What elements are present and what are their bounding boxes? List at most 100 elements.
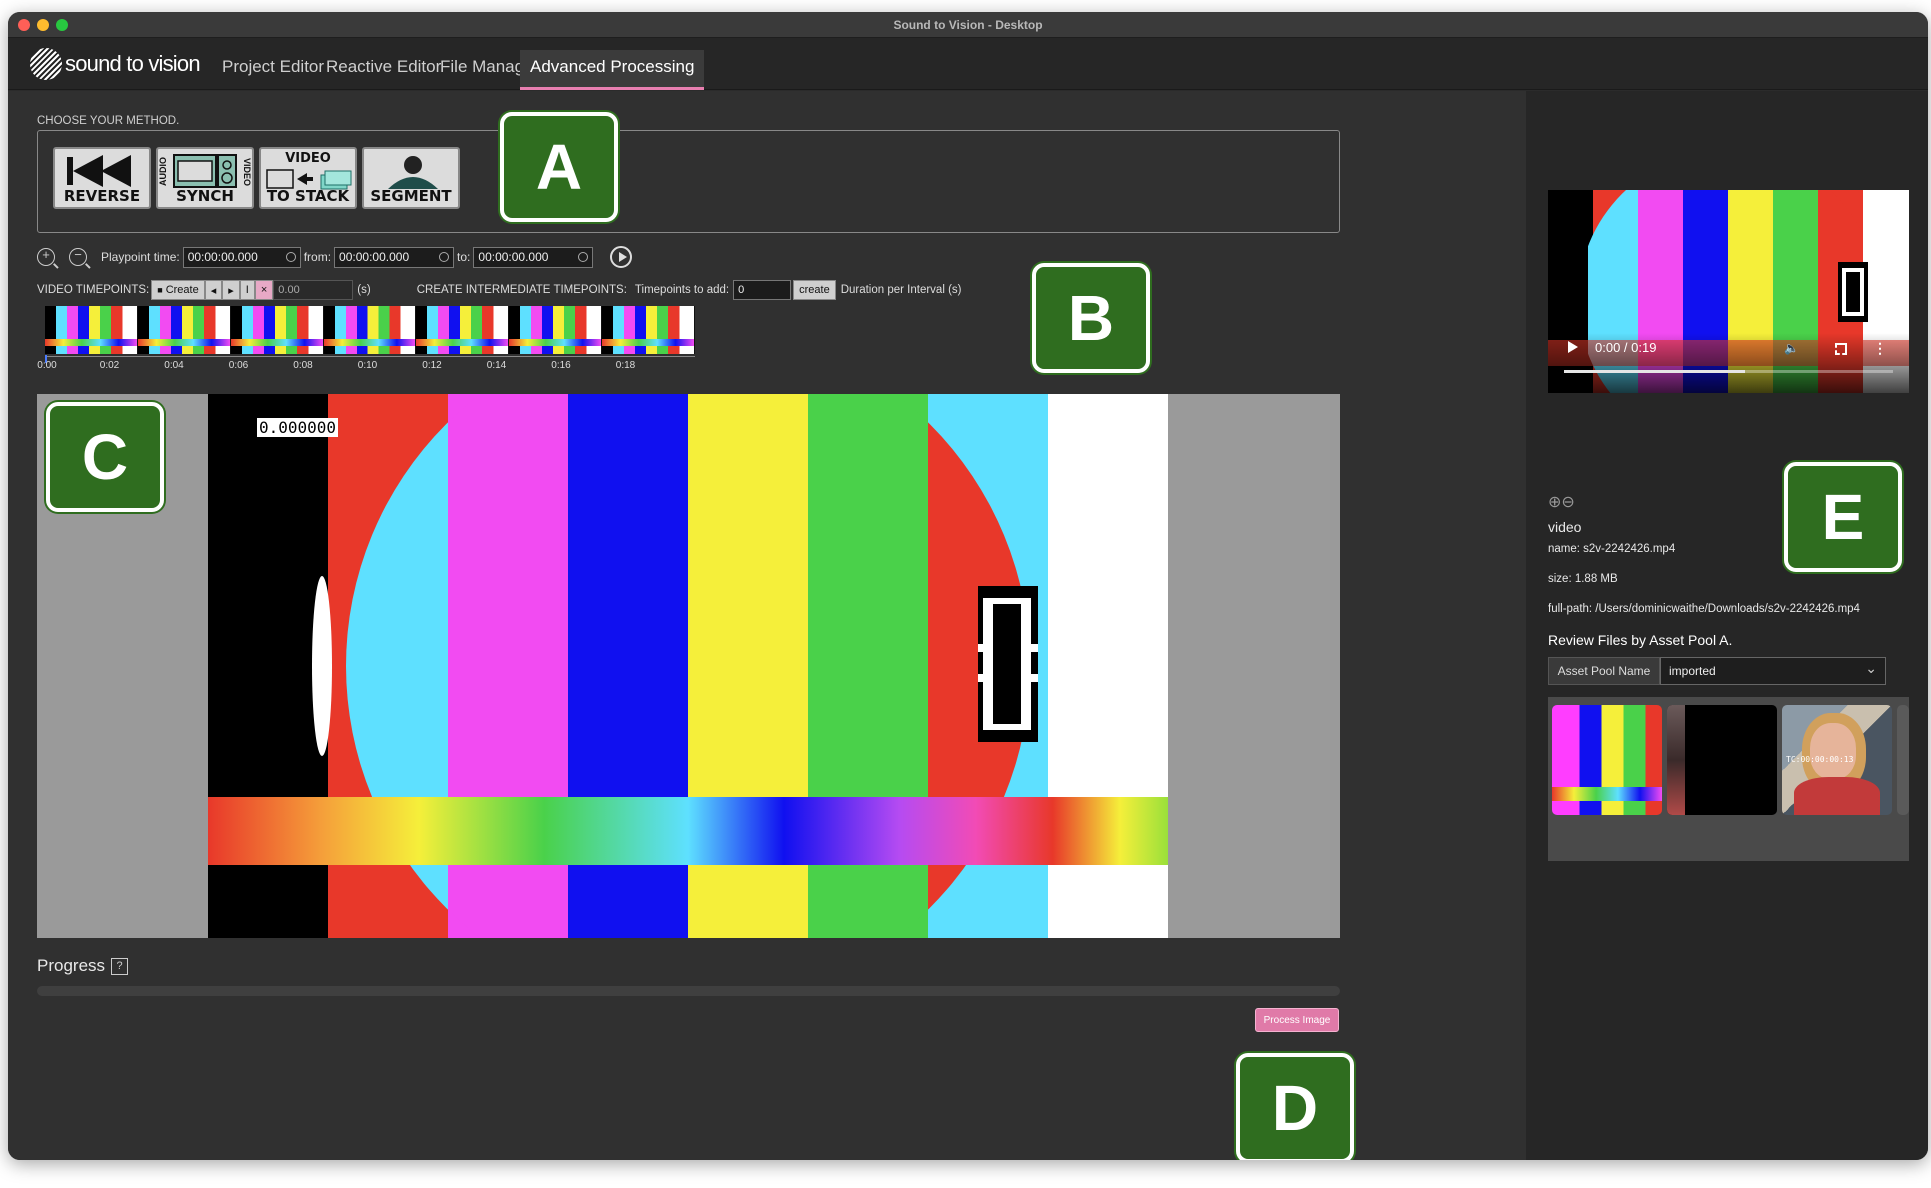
- close-icon: ×: [260, 284, 268, 296]
- play-segment-button[interactable]: [610, 246, 633, 268]
- play-icon[interactable]: [1568, 341, 1578, 353]
- to-stack-caption: TO STACK: [266, 187, 350, 205]
- to-time-field[interactable]: 00:00:00.000: [473, 246, 594, 268]
- annotation-badge-e: E: [1784, 462, 1902, 572]
- delete-timepoint-button[interactable]: ×: [254, 280, 274, 300]
- create-timepoint-label: Create: [165, 284, 199, 296]
- image-stage[interactable]: 0.000000: [37, 394, 1340, 938]
- video-preview-player[interactable]: 0:00 / 0:19 🔈 ⋮: [1548, 190, 1909, 393]
- more-options-icon[interactable]: ⋮: [1873, 340, 1887, 357]
- filmstrip-frame: [416, 306, 509, 354]
- video-seek-bar[interactable]: [1564, 370, 1893, 373]
- asset-sidebar: 0:00 / 0:19 🔈 ⋮ E ⊕⊖ video name: s2v-224…: [1526, 91, 1928, 1160]
- triangle-left-icon: ◂: [210, 284, 217, 297]
- annotation-badge-a: A: [500, 112, 618, 222]
- video-to-stack-button[interactable]: VIDEO TO STACK: [259, 147, 357, 209]
- timeline-tick-label: 0:04: [164, 360, 184, 371]
- asset-thumbnail-testcard[interactable]: [1552, 705, 1662, 815]
- side-zoom-controls: ⊕⊖: [1548, 492, 1575, 512]
- annotation-badge-d: D: [1236, 1053, 1354, 1160]
- create-timepoint-button[interactable]: ■ Create: [151, 280, 205, 300]
- duration-per-interval-label: Duration per Interval (s): [840, 284, 962, 296]
- segment-caption: SEGMENT: [370, 187, 452, 205]
- volume-icon[interactable]: 🔈: [1784, 341, 1799, 355]
- to-label: to:: [457, 250, 471, 264]
- main-panel: CHOOSE YOUR METHOD. REVERSE AUDIO VIDEO …: [8, 91, 1526, 1160]
- process-image-button[interactable]: Process Image: [1255, 1008, 1339, 1032]
- filmstrip-frame: [602, 306, 695, 354]
- create-intermediate-button[interactable]: create: [793, 280, 836, 300]
- zoom-out-icon[interactable]: ⊖: [1561, 494, 1574, 511]
- help-icon[interactable]: ?: [111, 957, 129, 975]
- from-time-field[interactable]: 00:00:00.000: [334, 246, 455, 268]
- zoom-in-icon[interactable]: +: [37, 247, 55, 266]
- timeline-tick-label: 0:10: [357, 360, 378, 371]
- timeline-tick-label: 0:14: [486, 360, 507, 371]
- cursor-icon: I: [245, 284, 249, 296]
- rewind-icon: [67, 155, 131, 187]
- asset-thumbnail-black[interactable]: [1667, 705, 1777, 815]
- video-controls: 0:00 / 0:19 🔈 ⋮: [1548, 333, 1909, 393]
- synch-caption: SYNCH: [176, 187, 234, 205]
- thumbnail-timecode: TC:00:00:00:13: [1786, 755, 1854, 764]
- timeline-tick-label: 0:16: [551, 360, 571, 371]
- zoom-in-icon[interactable]: ⊕: [1548, 494, 1561, 511]
- asset-thumbnails: TC:00:00:00:13: [1548, 697, 1909, 861]
- annotation-badge-b: B: [1032, 263, 1150, 373]
- video-timeline[interactable]: 0:00 0:02 0:04 0:06 0:08 0:10 0:12 0:14 0:16 0:18: [37, 306, 695, 376]
- next-timepoint-button[interactable]: ▸: [222, 280, 240, 300]
- audio-video-synch-button[interactable]: AUDIO VIDEO SYNCH: [156, 147, 254, 209]
- asset-thumbnail-partial[interactable]: [1897, 705, 1909, 815]
- camera-icon: ■: [157, 285, 163, 295]
- insert-timepoint-button[interactable]: I: [239, 280, 255, 300]
- segment-button[interactable]: SEGMENT: [362, 147, 460, 209]
- zoom-out-icon[interactable]: −: [69, 247, 87, 266]
- seek-bar-played: [1564, 370, 1745, 373]
- tab-advanced-processing[interactable]: Advanced Processing: [520, 50, 705, 90]
- playpoint-time-field[interactable]: 00:00:00.000: [182, 246, 301, 268]
- video-time: 0:00 / 0:19: [1595, 340, 1657, 355]
- reverse-button[interactable]: REVERSE: [53, 147, 151, 209]
- title-bar: Sound to Vision - Desktop: [8, 12, 1928, 38]
- timecode-overlay: 0.000000: [257, 418, 339, 437]
- timeline-tick-label: 0:18: [615, 360, 636, 371]
- filmstrip-frame: [45, 306, 137, 354]
- timeline-tick-label: 0:02: [99, 360, 120, 371]
- timepoints-row: VIDEO TIMEPOINTS: ■ Create ◂ ▸ I × 0.00 …: [37, 279, 961, 301]
- clock-icon: [439, 252, 450, 262]
- asset-pool-selector: Asset Pool Name imported: [1548, 655, 1886, 685]
- clock-icon: [285, 252, 296, 262]
- previous-timepoint-button[interactable]: ◂: [204, 280, 223, 300]
- asset-pool-label: Asset Pool Name: [1548, 657, 1660, 685]
- portrait-shirt: [1794, 777, 1880, 815]
- timepoint-value-field[interactable]: 0.00: [273, 280, 354, 300]
- timepoints-to-add-field[interactable]: 0: [733, 280, 792, 300]
- progress-label: Progress: [37, 956, 106, 975]
- timeline-tick-label: 0:08: [293, 360, 313, 371]
- filmstrip-frame: [509, 306, 602, 354]
- asset-pool-dropdown[interactable]: imported: [1660, 655, 1886, 685]
- timeline-ruler: 0:00 0:02 0:04 0:06 0:08 0:10 0:12 0:14 0:16 0:18: [37, 355, 695, 376]
- fullscreen-icon[interactable]: [1835, 343, 1847, 355]
- choose-method-label: CHOOSE YOUR METHOD.: [37, 115, 180, 127]
- video-timepoints-label: VIDEO TIMEPOINTS:: [37, 284, 150, 296]
- clock-icon: [578, 252, 589, 262]
- asset-thumbnail-portrait[interactable]: TC:00:00:00:13: [1782, 705, 1892, 815]
- reverse-caption: REVERSE: [63, 187, 141, 205]
- from-time-value: 00:00:00.000: [339, 250, 410, 264]
- playpoint-label: Playpoint time:: [101, 250, 180, 264]
- filmstrip-frame: [323, 306, 416, 354]
- test-card-frame: 0.000000: [208, 394, 1168, 938]
- file-type: video: [1548, 519, 1582, 535]
- review-files-title: Review Files by Asset Pool A.: [1548, 632, 1733, 648]
- file-size: size: 1.88 MB: [1548, 573, 1618, 585]
- filmstrip: [45, 306, 695, 354]
- playpoint-toolbar: + − Playpoint time: 00:00:00.000 from: 0…: [37, 244, 633, 270]
- asset-pool-value: imported: [1669, 664, 1716, 678]
- intermediate-timepoints-label: CREATE INTERMEDIATE TIMEPOINTS:: [416, 284, 627, 296]
- timeline-tick-label: 0:00: [37, 360, 57, 371]
- app-window: Sound to Vision - Desktop sound to visio…: [8, 12, 1928, 1160]
- filmstrip-frame: [137, 306, 230, 354]
- to-time-value: 00:00:00.000: [478, 250, 549, 264]
- timepoints-to-add-label: Timepoints to add:: [634, 284, 730, 296]
